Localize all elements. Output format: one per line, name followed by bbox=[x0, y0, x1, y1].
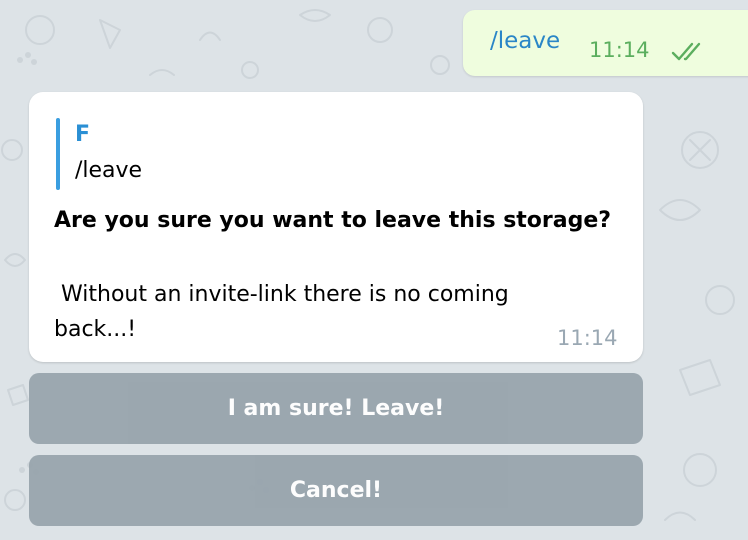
reply-quote-bar bbox=[56, 118, 60, 190]
incoming-message-time: 11:14 bbox=[557, 326, 618, 350]
reply-sender-name[interactable]: F bbox=[75, 122, 90, 147]
reply-quoted-text: /leave bbox=[75, 158, 143, 183]
outgoing-message-bubble[interactable]: /leave 11:14 bbox=[463, 10, 748, 76]
cancel-button[interactable]: Cancel! bbox=[29, 455, 643, 526]
incoming-message-bubble[interactable]: F /leave Are you sure you want to leave … bbox=[29, 92, 643, 362]
message-heading: Are you sure you want to leave this stor… bbox=[54, 208, 612, 233]
double-check-icon bbox=[671, 42, 701, 61]
outgoing-message-time: 11:14 bbox=[589, 38, 650, 62]
outgoing-message-text: /leave bbox=[490, 28, 561, 54]
leave-confirm-button[interactable]: I am sure! Leave! bbox=[29, 373, 643, 444]
message-body: Without an invite-link there is no comin… bbox=[54, 282, 516, 342]
